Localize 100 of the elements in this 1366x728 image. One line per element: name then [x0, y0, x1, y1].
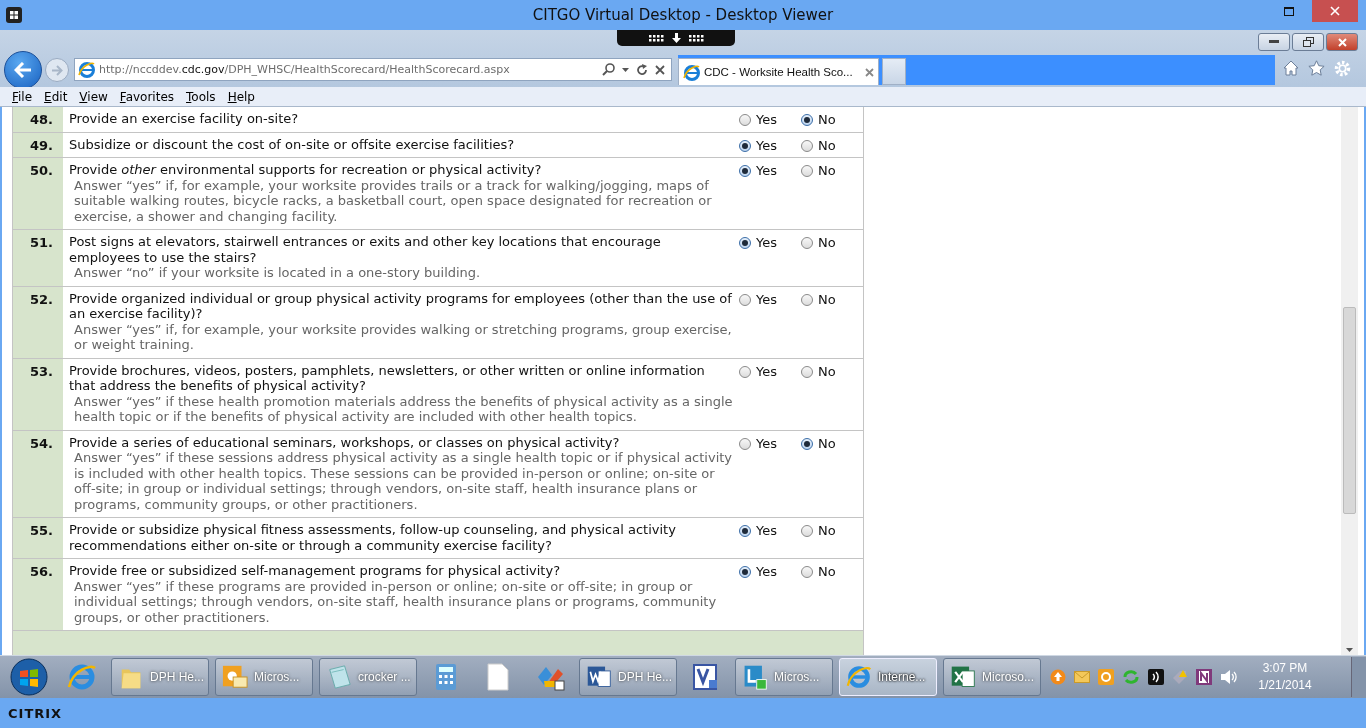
radio-button[interactable]	[739, 114, 751, 126]
question-text: Provide a series of educational seminars, workshops, or classes on physical activity?	[69, 434, 621, 450]
refresh-icon[interactable]	[636, 63, 648, 76]
close-tab-icon[interactable]	[865, 67, 874, 77]
show-desktop-button[interactable]	[1351, 657, 1366, 697]
hint-text: Answer “yes” if these health promotion materials address the benefits of physical activity as a single health topic or if the benefits of physical activity are included with other health topics.	[73, 393, 733, 425]
settings-icon[interactable]	[1334, 60, 1351, 77]
radio-button[interactable]	[801, 293, 813, 306]
radio-button[interactable]	[739, 566, 751, 578]
question-number: 48.	[29, 112, 53, 127]
radio-button[interactable]	[801, 525, 813, 537]
option-label[interactable]: Yes	[756, 163, 777, 179]
word-icon	[586, 664, 612, 690]
option-label[interactable]: No	[818, 235, 836, 251]
question-text: Subsidize or discount the cost of on-site or offsite exercise facilities?	[69, 136, 516, 152]
signal-icon[interactable]	[1148, 669, 1164, 685]
option-label[interactable]: Yes	[756, 435, 777, 451]
option-label[interactable]: Yes	[756, 523, 777, 539]
option-label[interactable]: No	[818, 137, 836, 153]
calculator-icon[interactable]	[435, 663, 457, 691]
radio-button[interactable]	[739, 437, 751, 450]
notebook-icon[interactable]	[1196, 669, 1212, 685]
radio-button[interactable]	[739, 139, 751, 152]
browser-icon[interactable]	[67, 662, 97, 692]
option-label[interactable]: No	[818, 363, 836, 379]
option-label[interactable]: Yes	[756, 137, 777, 153]
radio-button[interactable]	[801, 139, 813, 152]
radio-button[interactable]	[739, 293, 751, 306]
down-arrow-icon[interactable]	[671, 33, 681, 43]
browser-icon	[846, 664, 872, 690]
hint-text: Answer “yes” if these sessions address physical activity as a single health topic or if physical activity is included with other health topics. These sessions can be provided in-person or online; on-site or off-site; in group or individual settings; through vendors, on-site staff, health insurance plans or programs, community groups, or other practitioners.	[73, 450, 733, 512]
mail-app-icon[interactable]	[1098, 669, 1114, 685]
forward-button[interactable]	[45, 58, 69, 82]
radio-button[interactable]	[801, 365, 813, 378]
document-icon[interactable]	[487, 663, 509, 691]
radio-button[interactable]	[801, 114, 813, 126]
menu-item[interactable]: Favorites	[114, 89, 180, 104]
close-icon	[1337, 37, 1347, 47]
menu-item[interactable]: Edit	[39, 89, 73, 104]
browser-icon	[683, 63, 700, 81]
question-text: Provide or subsidize physical fitness assessments, follow-up counseling, and physical activity recommendations either on-site or through a community exercise facility?	[69, 522, 677, 553]
question-number: 56.	[29, 564, 53, 579]
option-label[interactable]: No	[818, 564, 836, 580]
radio-button[interactable]	[739, 165, 751, 177]
url-text: http://nccddev.cdc.gov/DPH_WHSC/HealthScorecard/HealthScorecard.aspx	[99, 63, 510, 76]
question-number: 49.	[29, 137, 53, 153]
back-button[interactable]	[4, 51, 42, 89]
restore-button[interactable]	[1292, 33, 1324, 51]
address-bar[interactable]: http://nccddev.cdc.gov/DPH_WHSC/HealthScorecard/HealthScorecard.aspx	[74, 58, 672, 81]
hint-text: Answer “yes” if, for example, your worksite provides walking or stretching programs, group exercise, or weight training.	[73, 321, 733, 353]
option-label[interactable]: No	[818, 523, 836, 539]
option-label[interactable]: Yes	[756, 363, 777, 379]
dropdown-icon[interactable]	[622, 67, 629, 72]
menu-item[interactable]: View	[74, 89, 113, 104]
radio-button[interactable]	[801, 566, 813, 578]
radio-button[interactable]	[739, 525, 751, 537]
menu-item[interactable]: Help	[222, 89, 260, 104]
scroll-thumb[interactable]	[1343, 307, 1356, 514]
close-icon	[1330, 6, 1340, 16]
scrollbar[interactable]	[1341, 107, 1358, 655]
star-icon[interactable]	[1308, 60, 1325, 76]
mail-icon	[222, 664, 248, 690]
option-label[interactable]: No	[818, 435, 836, 451]
volume-icon[interactable]	[1220, 669, 1238, 685]
browser-icon	[78, 61, 95, 78]
minimize-icon	[1269, 40, 1279, 44]
option-label[interactable]: Yes	[756, 235, 777, 251]
radio-button[interactable]	[801, 237, 813, 249]
question-number: 53.	[29, 363, 53, 379]
connection-bar[interactable]	[617, 30, 735, 46]
radio-button[interactable]	[739, 365, 751, 378]
app-icon	[6, 7, 22, 23]
radio-button[interactable]	[801, 165, 813, 177]
radio-button[interactable]	[739, 237, 751, 249]
home-icon[interactable]	[1283, 60, 1299, 76]
radio-button[interactable]	[801, 437, 813, 450]
browser-tab[interactable]: CDC - Worksite Health Sco...	[678, 58, 879, 85]
start-icon[interactable]	[9, 657, 49, 697]
option-label[interactable]: No	[818, 291, 836, 307]
warning-tag-icon[interactable]	[1172, 669, 1188, 685]
maximize-icon	[1284, 6, 1294, 16]
upload-icon[interactable]	[1050, 669, 1066, 685]
new-tab-button[interactable]	[882, 58, 906, 85]
search-icon[interactable]	[602, 63, 615, 76]
close-button[interactable]	[1326, 33, 1358, 51]
option-label[interactable]: Yes	[756, 112, 777, 128]
scroll-down-icon[interactable]	[1346, 648, 1353, 652]
chat-app-icon	[742, 664, 768, 690]
option-label[interactable]: Yes	[756, 291, 777, 307]
menu-item[interactable]: File	[7, 89, 38, 104]
close-icon[interactable]	[655, 64, 665, 75]
option-label[interactable]: No	[818, 112, 836, 128]
citrix-logo: CITRIX	[8, 705, 63, 721]
question-text: Provide free or subsidized self-management programs for physical activity?	[69, 563, 562, 579]
minimize-button[interactable]	[1258, 33, 1290, 51]
option-label[interactable]: Yes	[756, 564, 777, 580]
option-label[interactable]: No	[818, 163, 836, 179]
restore-icon	[1302, 37, 1314, 47]
menu-item[interactable]: Tools	[181, 89, 221, 104]
question-number: 51.	[29, 235, 53, 250]
